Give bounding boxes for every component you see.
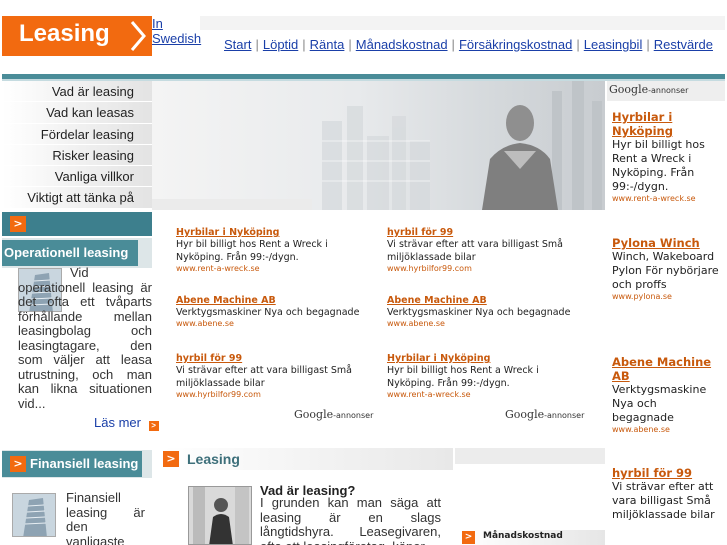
operational-bar: > xyxy=(2,212,152,236)
nav-separator: | xyxy=(451,37,455,52)
monthly-cost-box[interactable]: > Månadskostnad xyxy=(462,530,605,545)
ad-block[interactable]: Hyrbilar i Nyköping Hyr bil billigt hos … xyxy=(176,227,376,273)
ad-url[interactable]: www.rent-a-wreck.se xyxy=(176,264,376,273)
top-strip xyxy=(200,16,725,30)
nav-leasingbil[interactable]: Leasingbil xyxy=(584,37,643,52)
google-ads-label[interactable]: Google-annonser xyxy=(609,83,688,96)
nav-manadskostnad[interactable]: Månadskostnad xyxy=(356,37,448,52)
nav-separator: | xyxy=(576,37,580,52)
financial-text: Finansiell leasing är den vanligaste typ… xyxy=(66,491,145,545)
main-title: Leasing xyxy=(187,451,240,467)
nav-separator: | xyxy=(348,37,352,52)
ad-text: Vi strävar efter att vara billigast Små … xyxy=(612,480,715,521)
left-menu: Vad är leasing Vad kan leasas Fördelar l… xyxy=(2,81,152,209)
nav-start[interactable]: Start xyxy=(224,37,251,52)
ad-url[interactable]: www.hyrbilfor99.com xyxy=(176,390,376,399)
ad-title[interactable]: Pylona Winch xyxy=(612,236,722,250)
right-ad[interactable]: Hyrbilar i Nyköping Hyr bil billigt hos … xyxy=(612,110,722,203)
chevron-right-icon xyxy=(130,21,146,51)
menu-viktigt-att-tanka-pa[interactable]: Viktigt att tänka på xyxy=(2,187,152,209)
top-navigation: Start | Löptid | Ränta | Månadskostnad | Försäkr… xyxy=(224,37,713,52)
ad-title[interactable]: Hyrbilar i Nyköping xyxy=(612,110,722,138)
menu-risker-leasing[interactable]: Risker leasing xyxy=(2,144,152,167)
ad-url[interactable]: www.pylona.se xyxy=(612,292,722,301)
ad-url[interactable]: www.abene.se xyxy=(176,319,376,328)
nav-forsakringskostnad[interactable]: Försäkringskostnad xyxy=(459,37,572,52)
arrow-right-icon: > xyxy=(163,451,179,467)
nav-separator: | xyxy=(255,37,259,52)
arrow-right-icon: > xyxy=(10,456,26,472)
building-thumbnail xyxy=(12,493,56,537)
main-title-bar: > Leasing xyxy=(163,448,453,470)
nav-ranta[interactable]: Ränta xyxy=(310,37,345,52)
side-strip xyxy=(455,448,605,464)
ad-url[interactable]: www.hyrbilfor99.com xyxy=(387,264,587,273)
menu-fordelar-leasing[interactable]: Fördelar leasing xyxy=(2,123,152,145)
right-ad[interactable]: Abene Machine AB Verktygsmaskine Nya och… xyxy=(612,355,722,434)
arrow-right-icon: > xyxy=(148,421,159,431)
ad-block[interactable]: Abene Machine AB Verktygsmaskiner Nya oc… xyxy=(387,295,587,328)
ad-title[interactable]: Hyrbilar i Nyköping xyxy=(176,227,376,238)
arrow-right-icon: > xyxy=(10,216,26,232)
ad-title[interactable]: hyrbil för 99 xyxy=(612,466,722,480)
ad-block[interactable]: hyrbil för 99 Vi strävar efter att vara … xyxy=(387,227,587,273)
read-more-link[interactable]: Läs mer > xyxy=(94,415,159,431)
logo-text: Leasing xyxy=(19,20,110,47)
menu-vanliga-villkor[interactable]: Vanliga villkor xyxy=(2,166,152,188)
ad-title[interactable]: Abene Machine AB xyxy=(387,295,587,306)
ad-block[interactable]: Abene Machine AB Verktygsmaskiner Nya oc… xyxy=(176,295,376,328)
ad-text: Verktygsmaskiner Nya och begagnade xyxy=(176,307,360,318)
ad-url[interactable]: www.abene.se xyxy=(387,319,587,328)
ad-text: Verktygsmaskine Nya och begagnade xyxy=(612,383,707,424)
person-photo xyxy=(188,486,252,545)
ad-title[interactable]: Hyrbilar i Nyköping xyxy=(387,353,587,364)
ad-block[interactable]: Hyrbilar i Nyköping Hyr bil billigt hos … xyxy=(387,353,587,399)
ad-url[interactable]: www.rent-a-wreck.se xyxy=(387,390,587,399)
site-logo[interactable]: Leasing xyxy=(2,16,152,56)
ad-title[interactable]: hyrbil för 99 xyxy=(387,227,587,238)
ad-text: Vi strävar efter att vara billigast Små … xyxy=(176,365,352,389)
ad-title[interactable]: hyrbil för 99 xyxy=(176,353,376,364)
ad-title[interactable]: Abene Machine AB xyxy=(176,295,376,306)
right-ad[interactable]: Pylona Winch Winch, Wakeboard Pylon För … xyxy=(612,236,722,301)
hero-image xyxy=(152,81,605,210)
ad-url[interactable]: www.rent-a-wreck.se xyxy=(612,194,722,203)
menu-vad-kan-leasas[interactable]: Vad kan leasas xyxy=(2,102,152,124)
nav-separator: | xyxy=(646,37,650,52)
nav-separator: | xyxy=(302,37,306,52)
ad-block[interactable]: hyrbil för 99 Vi strävar efter att vara … xyxy=(176,353,376,399)
right-ad[interactable]: hyrbil för 99 Vi strävar efter att vara … xyxy=(612,466,722,545)
ad-title[interactable]: Abene Machine AB xyxy=(612,355,722,383)
ad-text: Verktygsmaskiner Nya och begagnade xyxy=(387,307,571,318)
operational-title[interactable]: Operationell leasing xyxy=(2,240,138,266)
ad-text: Vi strävar efter att vara billigast Små … xyxy=(387,239,563,263)
ad-text: Hyr bil billigt hos Rent a Wreck i Nyköp… xyxy=(387,365,539,389)
google-ads-label[interactable]: Google-annonser xyxy=(294,408,373,421)
nav-restvarde[interactable]: Restvärde xyxy=(654,37,713,52)
financial-title[interactable]: > Finansiell leasing xyxy=(2,451,142,477)
ad-text: Hyr bil billigt hos Rent a Wreck i Nyköp… xyxy=(176,239,328,263)
ad-url[interactable]: www.abene.se xyxy=(612,425,722,434)
nav-loptid[interactable]: Löptid xyxy=(263,37,298,52)
ad-text: Hyr bil billigt hos Rent a Wreck i Nyköp… xyxy=(612,138,705,193)
main-text: I grunden kan man säga att leasing är en… xyxy=(260,496,441,545)
ad-text: Winch, Wakeboard Pylon För nybörjare och… xyxy=(612,250,719,291)
menu-vad-ar-leasing[interactable]: Vad är leasing xyxy=(2,81,152,103)
arrow-right-icon: > xyxy=(462,531,475,544)
operational-text: Vid operationell leasing är det ofta ett… xyxy=(18,265,152,411)
language-link[interactable]: In Swedish xyxy=(152,16,202,46)
google-ads-label[interactable]: Google-annonser xyxy=(505,408,584,421)
